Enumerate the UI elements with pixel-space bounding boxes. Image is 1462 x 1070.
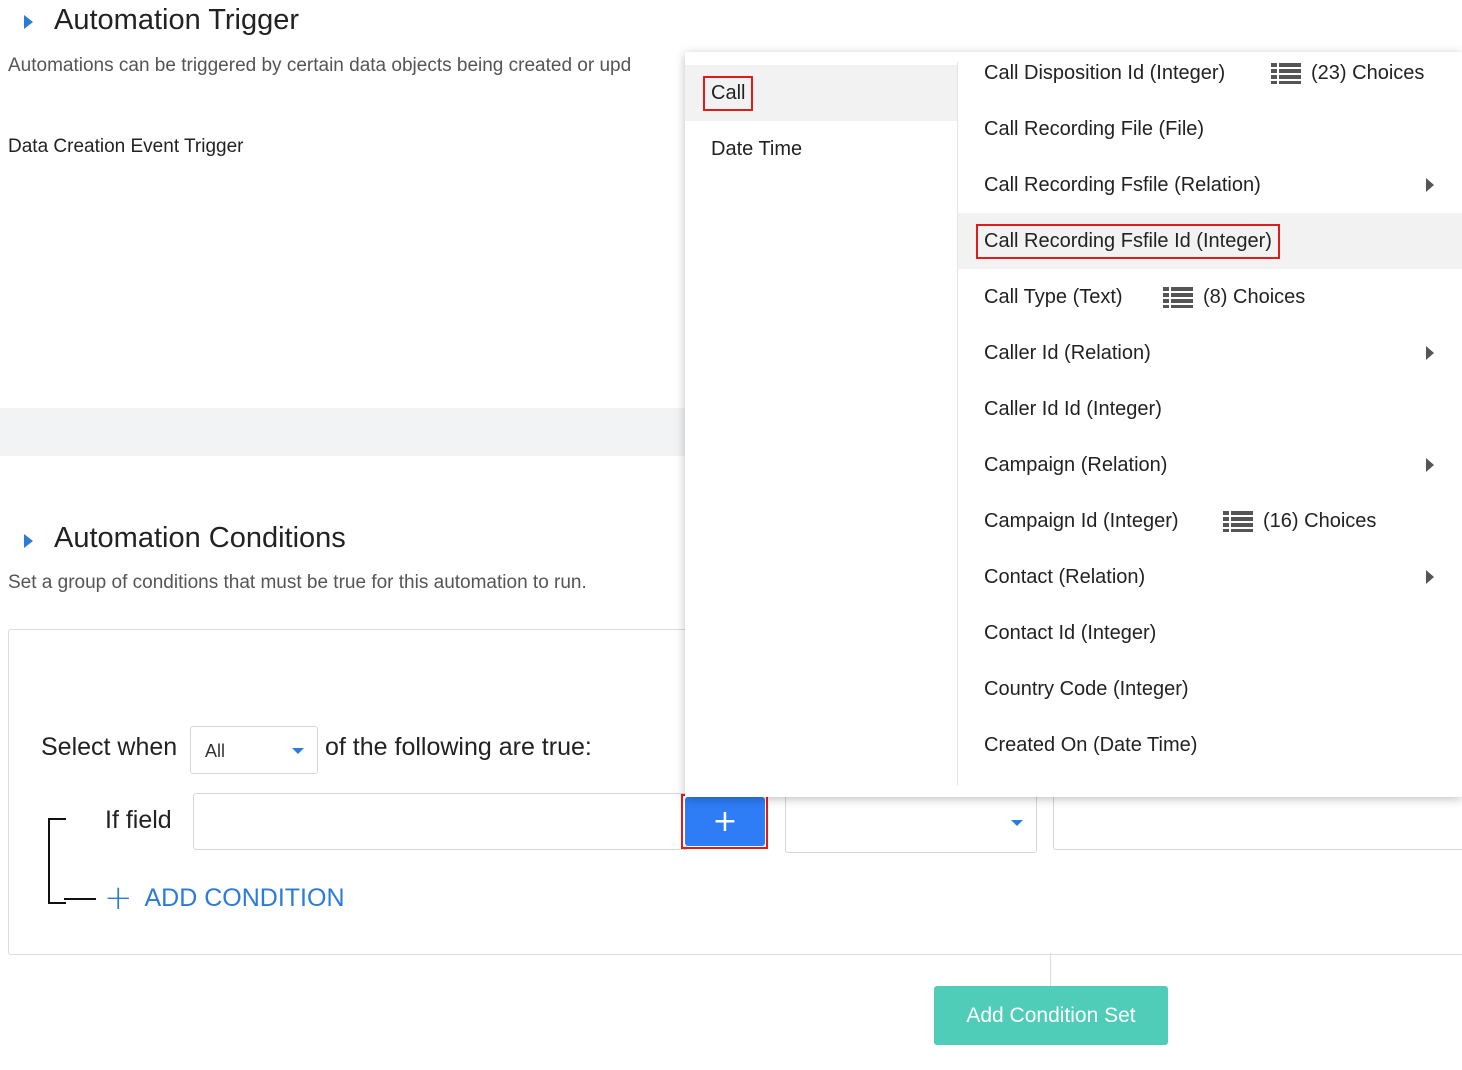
field-item[interactable]: Call Recording File (File) <box>958 101 1462 157</box>
choices-indicator: (16) Choices <box>1223 510 1376 533</box>
field-item[interactable]: Created On (Date Time) <box>958 717 1462 773</box>
conditions-section-description: Set a group of conditions that must be t… <box>8 572 587 593</box>
field-picker-dropdown: Call Date Time Call Disposition Id (Inte… <box>685 52 1462 797</box>
match-mode-select[interactable]: All <box>190 726 318 774</box>
if-field-label: If field <box>105 806 172 834</box>
add-condition-set-button[interactable]: Add Condition Set <box>934 986 1168 1045</box>
list-icon <box>1163 287 1193 308</box>
field-label: Caller Id Id (Integer) <box>984 397 1162 420</box>
category-label: Call <box>703 75 754 111</box>
field-label: Call Disposition Id (Integer) <box>984 61 1226 84</box>
value-input[interactable] <box>1053 793 1462 850</box>
plus-icon: + <box>104 878 133 918</box>
trigger-section-title: Automation Trigger <box>54 4 300 36</box>
following-true-label: of the following are true: <box>325 733 592 761</box>
caret-right-icon <box>1426 346 1434 360</box>
field-label: Campaign (Relation) <box>984 453 1168 476</box>
field-label: Contact (Relation) <box>984 565 1146 588</box>
field-label: Call Type (Text) <box>984 285 1123 308</box>
field-label: Created On (Date Time) <box>984 733 1198 756</box>
chevron-down-icon <box>1011 820 1023 826</box>
choices-count: (16) Choices <box>1263 510 1377 532</box>
field-item[interactable]: Caller Id Id (Integer) <box>958 381 1462 437</box>
select-when-label: Select when <box>41 733 178 761</box>
caret-right-icon <box>1426 458 1434 472</box>
condition-bracket <box>48 818 66 904</box>
field-label: Country Code (Integer) <box>984 677 1189 700</box>
plus-icon: + <box>712 803 738 839</box>
data-creation-trigger-label: Data Creation Event Trigger <box>8 136 244 157</box>
choices-count: (23) Choices <box>1311 62 1425 84</box>
field-item[interactable]: Contact (Relation) <box>958 549 1462 605</box>
field-label: Call Recording Fsfile Id (Integer) <box>976 223 1280 259</box>
add-condition-label: ADD CONDITION <box>144 883 345 912</box>
match-mode-value: All <box>205 741 226 761</box>
chevron-down-icon <box>292 748 304 754</box>
field-item[interactable]: Country Code (Integer) <box>958 661 1462 717</box>
field-picker-button[interactable]: + <box>685 797 765 846</box>
category-item-call[interactable]: Call <box>685 65 957 121</box>
list-icon <box>1223 511 1253 532</box>
field-label: Call Recording Fsfile (Relation) <box>984 173 1261 196</box>
category-label: Date Time <box>711 137 803 160</box>
field-label: Caller Id (Relation) <box>984 341 1151 364</box>
field-label: Call Recording File (File) <box>984 117 1205 140</box>
field-item[interactable]: Contact Id (Integer) <box>958 605 1462 661</box>
field-item[interactable]: Campaign (Relation) <box>958 437 1462 493</box>
conditions-section-title: Automation Conditions <box>54 522 346 554</box>
category-item-date-time[interactable]: Date Time <box>685 121 957 177</box>
section-separator <box>0 408 690 456</box>
field-path-input[interactable] <box>193 793 687 850</box>
caret-right-icon <box>1426 570 1434 584</box>
connector-line <box>1050 953 1051 986</box>
field-label: Campaign Id (Integer) <box>984 509 1179 532</box>
field-label: Contact Id (Integer) <box>984 621 1157 644</box>
field-item[interactable]: Call Recording Fsfile (Relation) <box>958 157 1462 213</box>
operator-select[interactable] <box>785 793 1037 853</box>
bracket-connector <box>64 898 96 900</box>
section-expand-icon[interactable] <box>24 15 33 29</box>
list-icon <box>1271 63 1301 84</box>
caret-right-icon <box>1426 178 1434 192</box>
choices-count: (8) Choices <box>1203 286 1306 308</box>
add-condition-link[interactable]: + ADD CONDITION <box>104 878 345 918</box>
section-expand-icon[interactable] <box>24 534 33 548</box>
choices-indicator: (23) Choices <box>1271 62 1424 85</box>
trigger-section-description: Automations can be triggered by certain … <box>8 55 632 76</box>
field-item[interactable]: Call Recording Fsfile Id (Integer) <box>958 213 1462 269</box>
choices-indicator: (8) Choices <box>1163 286 1305 309</box>
field-item[interactable]: Campaign Id (Integer) <box>958 493 1462 549</box>
field-item[interactable]: Caller Id (Relation) <box>958 325 1462 381</box>
